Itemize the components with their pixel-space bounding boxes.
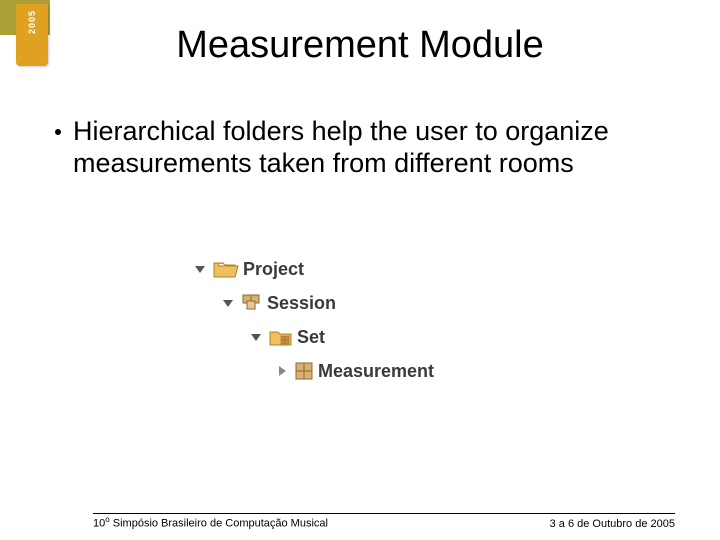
bullet-item: Hierarchical folders help the user to or… bbox=[55, 115, 680, 180]
tree-node-project: Project bbox=[195, 252, 434, 286]
tree-node-measurement: Measurement bbox=[279, 354, 434, 388]
footer-left-text: 10o Simpósio Brasileiro de Computação Mu… bbox=[93, 515, 328, 530]
tree-node-session: Session bbox=[223, 286, 434, 320]
slide-body: Hierarchical folders help the user to or… bbox=[55, 115, 680, 180]
grid-icon bbox=[294, 361, 314, 381]
tree-node-set: Set bbox=[251, 320, 434, 354]
footer-divider bbox=[93, 513, 675, 514]
footer-event-name: Simpósio Brasileiro de Computação Musica… bbox=[110, 518, 328, 530]
footer-right-text: 3 a 6 de Outubro de 2005 bbox=[550, 518, 675, 530]
tree-label: Project bbox=[243, 259, 304, 280]
folder-grid-icon bbox=[269, 327, 293, 347]
folder-open-icon bbox=[213, 259, 239, 279]
bullet-dot-icon bbox=[55, 129, 61, 135]
stack-icon bbox=[241, 293, 263, 313]
tree-label: Set bbox=[297, 327, 325, 348]
disclosure-triangle-open-icon bbox=[195, 266, 205, 273]
tree-label: Measurement bbox=[318, 361, 434, 382]
disclosure-triangle-closed-icon bbox=[279, 366, 286, 376]
tree-label: Session bbox=[267, 293, 336, 314]
disclosure-triangle-open-icon bbox=[223, 300, 233, 307]
slide-title: Measurement Module bbox=[0, 24, 720, 67]
footer-ordinal: 10 bbox=[93, 518, 105, 530]
folder-tree: Project Session Set bbox=[195, 252, 434, 388]
disclosure-triangle-open-icon bbox=[251, 334, 261, 341]
bullet-text: Hierarchical folders help the user to or… bbox=[73, 115, 680, 180]
